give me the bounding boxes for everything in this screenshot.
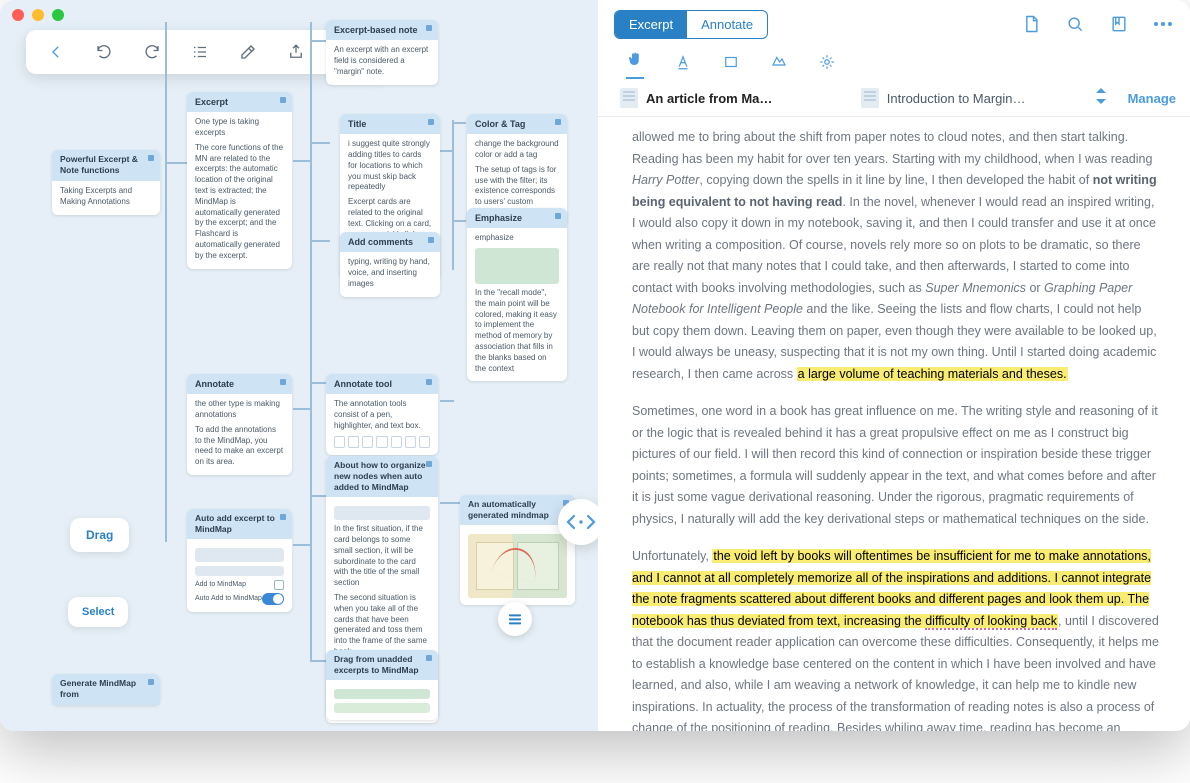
card-title: Drag from unadded excerpts to MindMap bbox=[326, 650, 438, 680]
card-body: An excerpt with an excerpt field is cons… bbox=[326, 40, 438, 84]
underline: difficulty of looking back bbox=[925, 614, 1057, 630]
lasso-icon[interactable] bbox=[770, 53, 788, 76]
bookmark-icon[interactable] bbox=[1108, 13, 1130, 35]
document-icon bbox=[861, 88, 879, 108]
more-icon[interactable] bbox=[1152, 13, 1174, 35]
chevron-left-right-icon bbox=[563, 512, 598, 532]
card-body: One type is taking excerpts The core fun… bbox=[187, 112, 292, 268]
drag-chip[interactable]: Drag bbox=[70, 518, 129, 552]
app-window: Excerpt-based note An excerpt with an ex… bbox=[0, 0, 1190, 731]
settings-icon[interactable] bbox=[818, 53, 836, 76]
card-body bbox=[326, 680, 438, 720]
mode-segment: Excerpt Annotate bbox=[614, 10, 768, 39]
card-drag-unadded[interactable]: Drag from unadded excerpts to MindMap bbox=[326, 650, 438, 720]
mindmap-panel[interactable]: Excerpt-based note An excerpt with an ex… bbox=[0, 0, 598, 731]
card-title: Emphasize bbox=[467, 208, 567, 228]
mindmap-canvas[interactable]: Excerpt-based note An excerpt with an ex… bbox=[0, 0, 598, 731]
card-title: About how to organize new nodes when aut… bbox=[326, 456, 438, 497]
card-title: Annotate tool bbox=[326, 374, 438, 394]
card-body: The annotation tools consist of a pen, h… bbox=[326, 394, 438, 454]
card-emphasize[interactable]: Emphasize emphasize In the "recall mode"… bbox=[467, 208, 567, 381]
tab-other[interactable]: Introduction to Margin… bbox=[853, 84, 1084, 112]
card-title: Generate MindMap from bbox=[52, 674, 160, 705]
card-title: Powerful Excerpt & Note functions bbox=[52, 150, 160, 181]
tab-label: An article from Ma… bbox=[646, 91, 772, 106]
card-powerful[interactable]: Powerful Excerpt & Note functions Taking… bbox=[52, 150, 160, 215]
card-excerpt-based-note[interactable]: Excerpt-based note An excerpt with an ex… bbox=[326, 20, 438, 85]
card-body bbox=[460, 525, 575, 605]
card-annotate-tool[interactable]: Annotate tool The annotation tools consi… bbox=[326, 374, 438, 455]
card-title: Annotate bbox=[187, 374, 292, 394]
sort-icon[interactable] bbox=[1094, 88, 1108, 109]
para-2: Sometimes, one word in a book has great … bbox=[632, 401, 1160, 530]
card-body: typing, writing by hand, voice, and inse… bbox=[340, 252, 440, 296]
tab-active[interactable]: An article from Ma… bbox=[612, 84, 843, 112]
tab-label: Introduction to Margin… bbox=[887, 91, 1026, 106]
mode-annotate[interactable]: Annotate bbox=[687, 11, 767, 38]
rectangle-icon[interactable] bbox=[722, 53, 740, 76]
search-icon[interactable] bbox=[1064, 13, 1086, 35]
document-panel: Excerpt Annotate An article from Ma… I bbox=[598, 0, 1190, 731]
document-tabs: An article from Ma… Introduction to Marg… bbox=[598, 80, 1190, 117]
card-body: emphasize In the "recall mode", the main… bbox=[467, 228, 567, 381]
document-body[interactable]: allowed me to bring about the shift from… bbox=[598, 117, 1190, 731]
annotation-tools bbox=[598, 48, 1190, 80]
para-1: allowed me to bring about the shift from… bbox=[632, 127, 1160, 385]
card-title: Excerpt-based note bbox=[326, 20, 438, 40]
card-auto-add[interactable]: Auto add excerpt to MindMap Add to MindM… bbox=[187, 509, 292, 612]
card-annotate[interactable]: Annotate the other type is making annota… bbox=[187, 374, 292, 475]
card-body: Add to MindMap Auto Add to MindMap bbox=[187, 539, 292, 612]
card-menu-fab[interactable] bbox=[498, 602, 532, 636]
card-excerpt[interactable]: Excerpt One type is taking excerpts The … bbox=[187, 92, 292, 269]
card-title: Excerpt bbox=[187, 92, 292, 112]
highlight[interactable]: a large volume of teaching materials and… bbox=[797, 367, 1068, 381]
card-auto-generated[interactable]: An automatically generated mindmap bbox=[460, 495, 575, 605]
card-title: Title bbox=[340, 114, 440, 134]
card-body: Taking Excerpts and Making Annotations bbox=[52, 181, 160, 215]
mode-excerpt[interactable]: Excerpt bbox=[615, 11, 687, 38]
document-icon[interactable] bbox=[1020, 13, 1042, 35]
card-generate-from[interactable]: Generate MindMap from bbox=[52, 674, 160, 705]
card-add-comments[interactable]: Add comments typing, writing by hand, vo… bbox=[340, 232, 440, 297]
doc-toolbar: Excerpt Annotate bbox=[598, 0, 1190, 48]
toggle-icon[interactable] bbox=[262, 593, 284, 605]
document-icon bbox=[620, 88, 638, 108]
para-3: Unfortunately, the void left by books wi… bbox=[632, 546, 1160, 731]
card-title: Add comments bbox=[340, 232, 440, 252]
card-title: Auto add excerpt to MindMap bbox=[187, 509, 292, 539]
select-chip[interactable]: Select bbox=[68, 597, 128, 627]
manage-button[interactable]: Manage bbox=[1128, 91, 1176, 106]
hand-icon[interactable] bbox=[626, 50, 644, 79]
text-style-icon[interactable] bbox=[674, 53, 692, 76]
card-title: Color & Tag bbox=[467, 114, 567, 134]
panel-nav[interactable] bbox=[558, 499, 598, 545]
card-body: the other type is making annotations To … bbox=[187, 394, 292, 475]
